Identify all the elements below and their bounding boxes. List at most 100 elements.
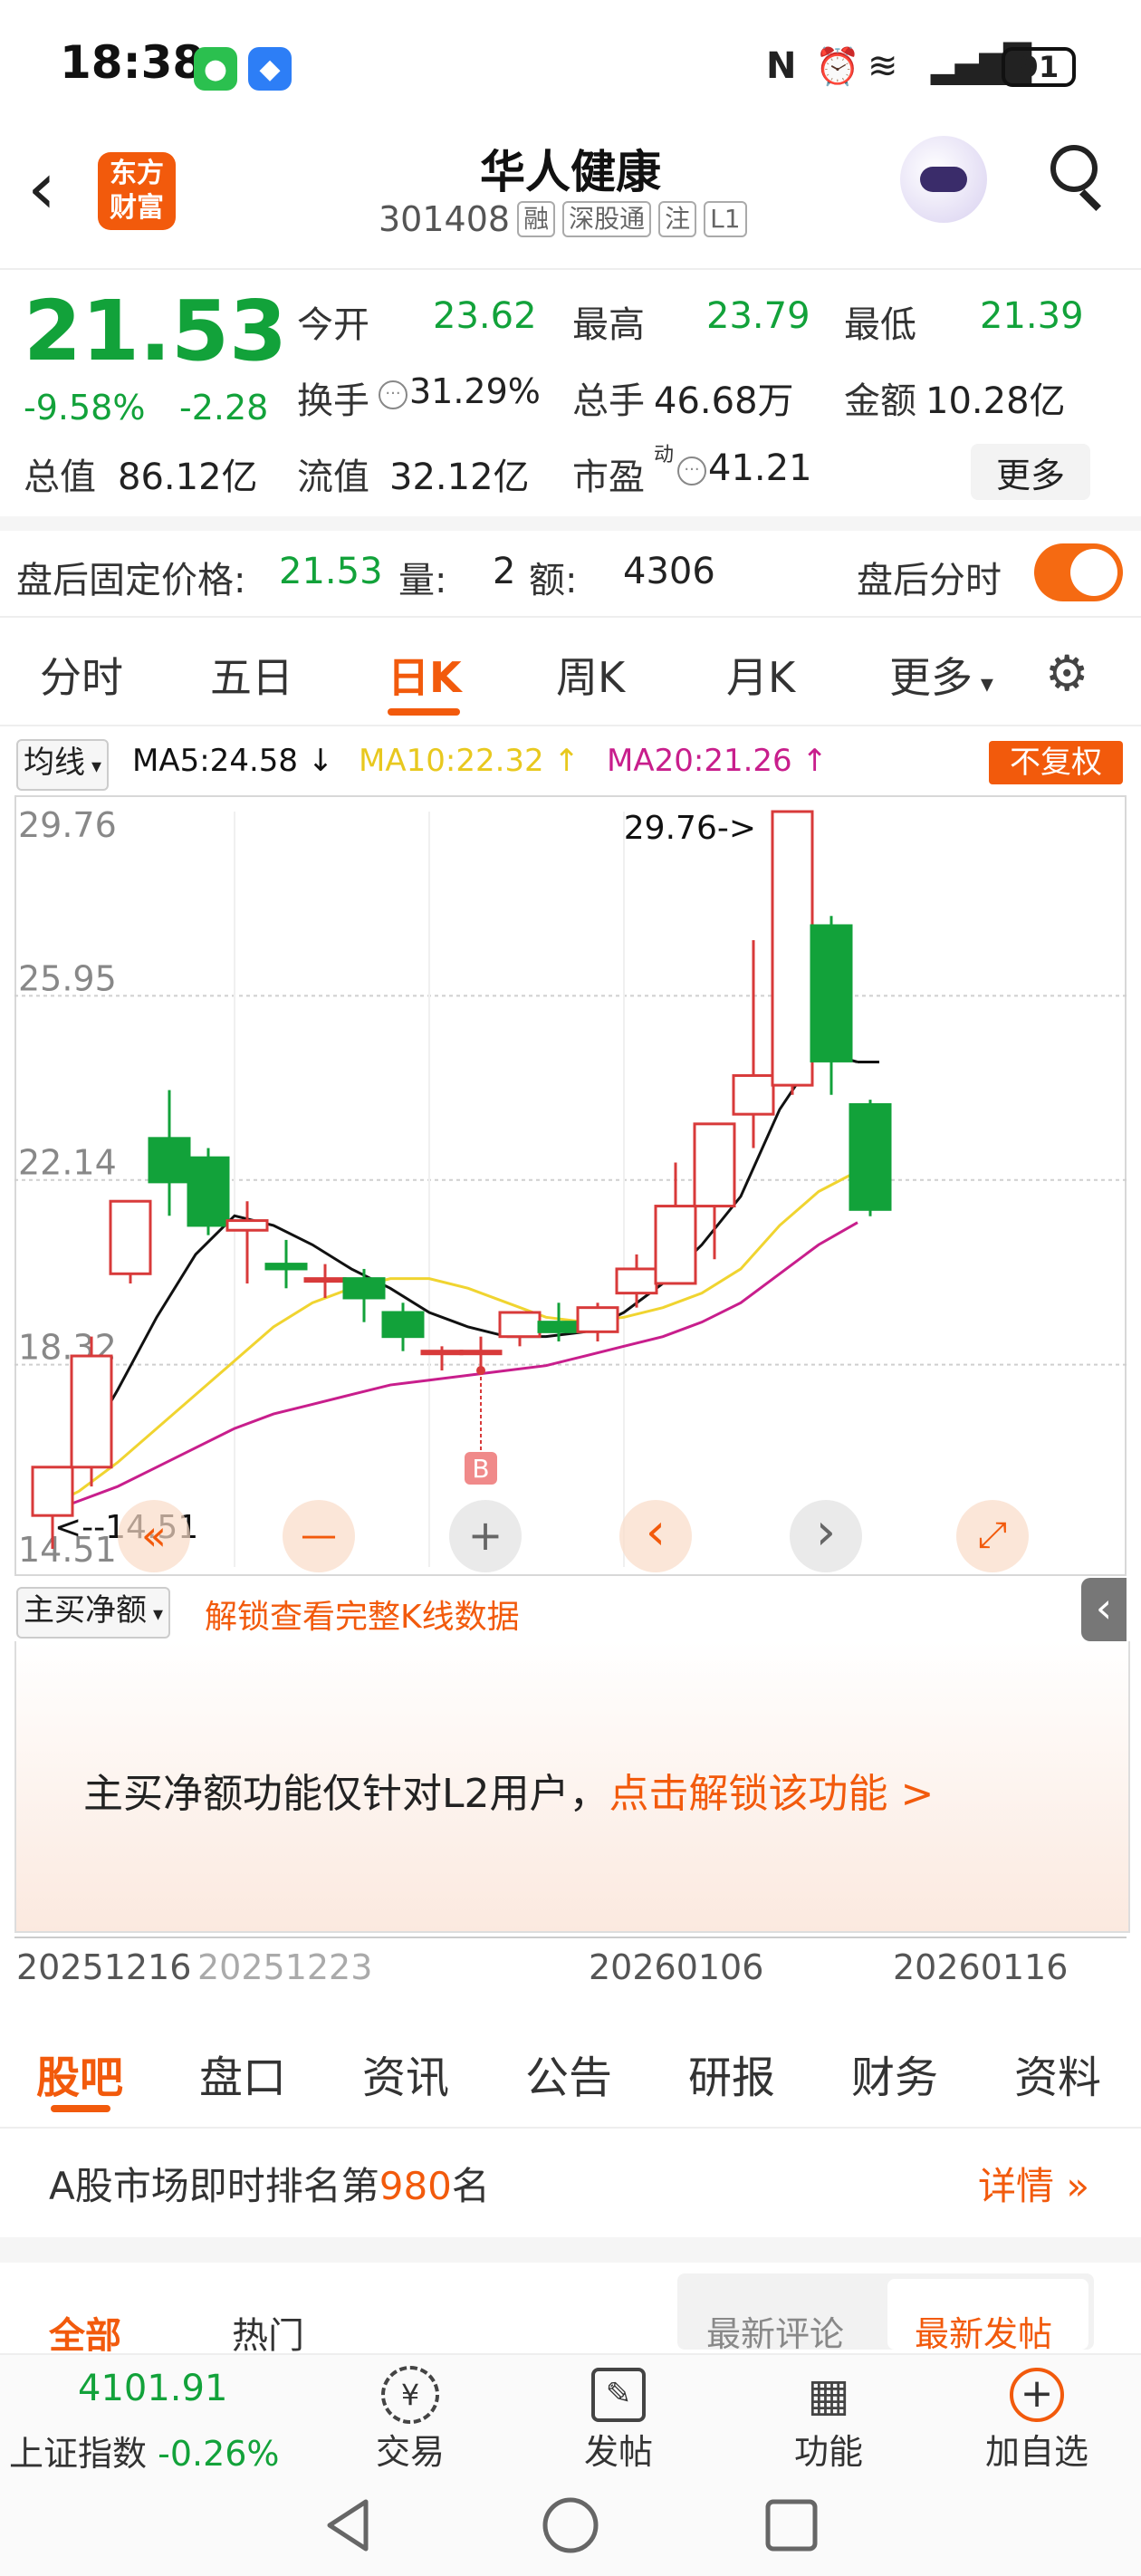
tab-monthly-k[interactable]: 月K: [726, 645, 795, 705]
tab-orderbook[interactable]: 盘口: [199, 2042, 286, 2105]
nav-post[interactable]: ✎ 发帖: [551, 2366, 686, 2474]
more-info-icon[interactable]: ···: [379, 380, 408, 409]
caret-down-icon: ▾: [147, 1603, 164, 1626]
nav-functions-label: 功能: [793, 2432, 863, 2472]
tag-registered: 注: [658, 201, 697, 237]
after-hours-label: 盘后固定价格:: [16, 560, 246, 601]
candle-body: [576, 1306, 619, 1333]
active-tab-underline: [388, 708, 460, 716]
candle-body: [537, 1321, 580, 1333]
y-tick-label: 25.95: [18, 958, 117, 998]
mktcap-value: 86.12亿: [118, 457, 258, 498]
rank-suffix: 名: [451, 2164, 490, 2208]
tab-five-day[interactable]: 五日: [210, 645, 293, 705]
filter-hot[interactable]: 热门: [232, 2306, 304, 2359]
tab-announcements[interactable]: 公告: [525, 2042, 612, 2105]
tab-news[interactable]: 资讯: [362, 2042, 449, 2105]
unlock-kline-link[interactable]: 解锁查看完整K线数据: [205, 1591, 520, 1638]
rank-details-link[interactable]: 详情 »: [978, 2156, 1089, 2211]
nav-trade[interactable]: ¥ 交易: [342, 2366, 478, 2474]
nav-add-watchlist[interactable]: + 加自选: [969, 2366, 1105, 2474]
after-hours-toggle-label: 盘后分时: [857, 560, 1002, 601]
system-recents-icon[interactable]: [762, 2496, 820, 2554]
mktcap-label: 总值: [24, 457, 96, 498]
date-label-2: 20251223: [197, 1947, 373, 1987]
adjust-badge[interactable]: 不复权: [989, 741, 1123, 784]
candle-body: [771, 810, 814, 1087]
tab-forum[interactable]: 股吧: [36, 2042, 123, 2105]
ma5-value: MA5:24.58: [132, 743, 299, 779]
rank-details-label: 详情: [978, 2164, 1055, 2208]
system-back-icon[interactable]: [319, 2496, 377, 2554]
tab-financials[interactable]: 财务: [851, 2042, 938, 2105]
tab-weekly-k[interactable]: 周K: [556, 645, 625, 705]
y-tick-label: 22.14: [18, 1143, 117, 1183]
candle-body: [303, 1277, 347, 1283]
edit-pencil-icon: ✎: [591, 2368, 646, 2422]
tab-research[interactable]: 研报: [688, 2042, 775, 2105]
change-percent: -9.58%: [24, 388, 146, 428]
candle-body: [381, 1311, 425, 1339]
scroll-right-button[interactable]: ›: [790, 1500, 862, 1572]
scroll-left-button[interactable]: ‹: [619, 1500, 692, 1572]
buy-marker-dot: [476, 1366, 485, 1376]
robot-assistant-icon[interactable]: [900, 136, 987, 223]
grid-apps-icon: ▦: [807, 2369, 850, 2421]
candle-body: [615, 1267, 658, 1295]
zoom-in-button[interactable]: +: [449, 1500, 522, 1572]
market-rank: A股市场即时排名第980名: [49, 2156, 490, 2211]
tag-margin: 融: [517, 201, 556, 237]
system-home-icon[interactable]: [542, 2496, 599, 2554]
date-label-4: 20260116: [893, 1947, 1069, 1987]
date-label-3: 20260106: [589, 1947, 764, 1987]
candle-body: [693, 1122, 736, 1208]
alarm-icon: ⏰: [815, 46, 860, 88]
index-row[interactable]: 上证指数 -0.26%: [9, 2426, 280, 2475]
ma10-value: MA10:22.32: [359, 743, 544, 779]
change-amount: -2.28: [179, 388, 269, 428]
after-hours-price: 21.53: [279, 551, 383, 592]
sort-latest-comment[interactable]: 最新评论: [706, 2306, 844, 2356]
ma-selector[interactable]: 均线 ▾: [16, 739, 110, 791]
low-label: 最低: [844, 304, 916, 346]
tab-more-label: 更多: [889, 653, 973, 702]
tab-profile[interactable]: 资料: [1014, 2042, 1101, 2105]
chart-frame: [14, 795, 1127, 1576]
candle-body: [70, 1354, 113, 1469]
nav-functions[interactable]: ▦ 功能: [761, 2366, 896, 2474]
volume-value: 46.68万: [654, 380, 794, 422]
y-tick-label: 29.76: [18, 805, 117, 845]
toggle-knob: [1070, 549, 1117, 596]
status-bar: 18:38 ● ◆ N ⏰ ≋ ▂▄▆█ 91: [0, 0, 1141, 136]
turnover-value: 31.29%: [409, 371, 541, 411]
pe-info-icon[interactable]: ···: [677, 457, 706, 485]
max-price-label: 29.76->: [624, 810, 756, 847]
tab-more[interactable]: 更多 ▾: [889, 645, 993, 705]
index-value: 4101.91: [78, 2368, 228, 2409]
locked-panel-message: 主买净额功能仅针对L2用户，点击解锁该功能 >: [83, 1761, 934, 1819]
unlock-feature-link[interactable]: 点击解锁该功能 >: [609, 1771, 935, 1817]
candle-body: [342, 1277, 386, 1300]
candle-body: [109, 1199, 152, 1275]
more-button[interactable]: 更多: [971, 444, 1090, 500]
candle-body: [187, 1156, 230, 1227]
indicator-selector[interactable]: 主买净额 ▾: [16, 1587, 171, 1639]
filter-all[interactable]: 全部: [49, 2306, 121, 2359]
search-icon[interactable]: [1050, 145, 1098, 192]
tab-daily-k[interactable]: 日K: [388, 645, 462, 705]
high-label: 最高: [572, 304, 645, 346]
ma-selector-label: 均线: [24, 745, 85, 781]
zoom-out-button[interactable]: —: [283, 1500, 355, 1572]
side-panel-collapse-icon[interactable]: ‹: [1081, 1578, 1127, 1641]
sort-latest-post[interactable]: 最新发帖: [915, 2306, 1052, 2356]
tab-intraday[interactable]: 分时: [40, 645, 123, 705]
high-value: 23.79: [706, 295, 810, 337]
jump-start-button[interactable]: «: [118, 1500, 190, 1572]
kline-chart[interactable]: 29.7625.9522.1418.3214.51 29.76-><--14.5…: [14, 795, 1127, 1576]
candle-body: [148, 1137, 191, 1184]
nav-add-label: 加自选: [984, 2432, 1088, 2472]
settings-gear-icon[interactable]: ⚙: [1045, 645, 1088, 702]
fullscreen-button[interactable]: ⤢: [956, 1500, 1029, 1572]
index-change: -0.26%: [158, 2434, 280, 2474]
trade-yuan-icon: ¥: [381, 2366, 439, 2424]
